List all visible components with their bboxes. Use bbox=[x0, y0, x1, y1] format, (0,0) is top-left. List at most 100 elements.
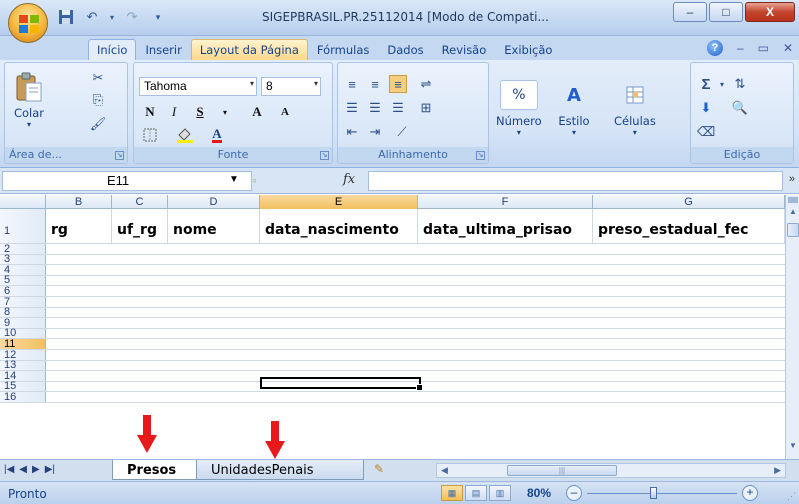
increase-indent-icon[interactable]: ⇥ bbox=[366, 123, 384, 141]
row-header[interactable]: 3 bbox=[0, 254, 46, 264]
insert-sheet-icon[interactable]: ✎ bbox=[365, 462, 393, 478]
scroll-down-icon[interactable]: ▼ bbox=[786, 441, 799, 455]
scroll-left-icon[interactable]: ◀ bbox=[441, 465, 448, 476]
copy-icon[interactable]: ⎘ bbox=[89, 91, 107, 109]
fill-color-icon[interactable] bbox=[174, 125, 196, 145]
font-name-select[interactable]: Tahoma ▾ bbox=[139, 77, 257, 96]
tab-inserir[interactable]: Inserir bbox=[136, 39, 190, 60]
tab-formulas[interactable]: Fórmulas bbox=[308, 39, 379, 60]
style-button[interactable]: A Estilo ▾ bbox=[558, 80, 590, 138]
column-header-e[interactable]: E bbox=[260, 195, 418, 209]
select-all-corner[interactable] bbox=[0, 195, 46, 209]
font-color-icon[interactable]: A bbox=[206, 125, 228, 145]
tab-dados[interactable]: Dados bbox=[378, 39, 432, 60]
fill-icon[interactable]: ⬇ bbox=[697, 99, 715, 117]
borders-icon[interactable] bbox=[139, 125, 161, 145]
next-sheet-icon[interactable]: ▶ bbox=[32, 464, 40, 475]
tab-inicio[interactable]: Início bbox=[88, 39, 137, 60]
sheet-tab-unidadespenais[interactable]: UnidadesPenais bbox=[196, 460, 364, 480]
number-format-button[interactable]: % Número ▾ bbox=[496, 80, 542, 137]
redo-icon[interactable]: ↷ bbox=[122, 8, 142, 26]
row-header[interactable]: 13 bbox=[0, 360, 46, 370]
formula-bar-resize-icon[interactable]: ◦ bbox=[252, 172, 270, 190]
split-handle[interactable] bbox=[788, 197, 798, 203]
cell-e1[interactable]: data_nascimento bbox=[260, 209, 418, 243]
cell-d1[interactable]: nome bbox=[168, 209, 260, 243]
cell-c1[interactable]: uf_rg bbox=[112, 209, 168, 243]
minimize-button[interactable]: – bbox=[673, 2, 707, 22]
maximize-button[interactable]: □ bbox=[709, 2, 743, 22]
horizontal-scrollbar[interactable]: ◀ ||| ▶ bbox=[436, 463, 786, 478]
undo-icon[interactable]: ↶ bbox=[82, 8, 102, 26]
cells-button[interactable]: Células ▾ bbox=[614, 80, 656, 137]
ribbon-close-icon[interactable]: ✕ bbox=[783, 41, 793, 55]
normal-view-icon[interactable]: ▦ bbox=[441, 485, 463, 501]
font-launcher-icon[interactable]: ↘ bbox=[320, 151, 329, 160]
tab-exibicao[interactable]: Exibição bbox=[495, 39, 561, 60]
row-header[interactable]: 2 bbox=[0, 243, 46, 254]
row-header[interactable]: 7 bbox=[0, 296, 46, 307]
active-cell-e11[interactable] bbox=[260, 377, 423, 391]
row-header[interactable]: 9 bbox=[0, 317, 46, 328]
column-header-b[interactable]: B bbox=[46, 195, 112, 209]
scroll-right-icon[interactable]: ▶ bbox=[774, 465, 781, 476]
wrap-text-icon[interactable]: ⇌ bbox=[417, 75, 435, 93]
grow-font-button[interactable]: A bbox=[246, 102, 268, 122]
italic-button[interactable]: I bbox=[163, 102, 185, 122]
cut-icon[interactable]: ✂ bbox=[89, 69, 107, 87]
cell-g1[interactable]: preso_estadual_fec bbox=[593, 209, 785, 243]
alignment-launcher-icon[interactable]: ↘ bbox=[476, 151, 485, 160]
row-header[interactable]: 5 bbox=[0, 275, 46, 286]
save-icon[interactable] bbox=[56, 8, 76, 26]
row-header[interactable]: 14 bbox=[0, 370, 46, 381]
orientation-icon[interactable]: ⟋ bbox=[393, 123, 411, 141]
row-header[interactable]: 10 bbox=[0, 328, 46, 339]
column-header-g[interactable]: G bbox=[593, 195, 785, 209]
row-header[interactable]: 4 bbox=[0, 265, 46, 275]
cell-b1[interactable]: rg bbox=[46, 209, 112, 243]
merge-center-icon[interactable]: ⊞ bbox=[417, 99, 435, 117]
zoom-in-icon[interactable]: + bbox=[742, 485, 758, 501]
name-box-dropdown-icon[interactable]: ▼ bbox=[229, 174, 239, 185]
align-middle-icon[interactable]: ≡ bbox=[366, 75, 384, 93]
worksheet-grid[interactable]: B C D E F G 1 rg uf_rg nome data_nascime… bbox=[0, 195, 785, 459]
page-break-view-icon[interactable]: ▥ bbox=[489, 485, 511, 501]
vertical-scrollbar[interactable]: ▲ ▼ bbox=[785, 195, 799, 459]
scroll-up-icon[interactable]: ▲ bbox=[786, 207, 799, 221]
undo-dropdown-icon[interactable]: ▾ bbox=[108, 8, 116, 26]
row-header[interactable]: 1 bbox=[0, 209, 46, 243]
align-right-icon[interactable]: ☰ bbox=[389, 99, 407, 117]
underline-button[interactable]: S bbox=[189, 102, 211, 122]
column-header-d[interactable]: D bbox=[168, 195, 260, 209]
zoom-slider-thumb[interactable] bbox=[650, 487, 657, 499]
align-center-icon[interactable]: ☰ bbox=[366, 99, 384, 117]
find-select-icon[interactable]: 🔍 bbox=[731, 99, 749, 117]
tab-revisao[interactable]: Revisão bbox=[433, 39, 496, 60]
align-top-icon[interactable]: ≡ bbox=[343, 75, 361, 93]
first-sheet-icon[interactable]: |◀ bbox=[4, 464, 14, 475]
sort-filter-icon[interactable]: ⇅ bbox=[731, 75, 749, 93]
row-header-selected[interactable]: 11 bbox=[0, 339, 46, 349]
row-header[interactable]: 12 bbox=[0, 349, 46, 360]
horizontal-scroll-thumb[interactable]: ||| bbox=[507, 465, 617, 476]
paste-dropdown-icon[interactable]: ▾ bbox=[27, 120, 31, 129]
tab-layout-da-pagina[interactable]: Layout da Página bbox=[190, 39, 308, 60]
zoom-out-icon[interactable]: – bbox=[566, 485, 582, 501]
prev-sheet-icon[interactable]: ◀ bbox=[19, 464, 27, 475]
clear-icon[interactable]: ⌫ bbox=[697, 123, 715, 141]
expand-formula-bar-icon[interactable]: » bbox=[789, 173, 795, 185]
page-layout-view-icon[interactable]: ▤ bbox=[465, 485, 487, 501]
sheet-tab-presos[interactable]: Presos bbox=[112, 460, 198, 480]
column-header-c[interactable]: C bbox=[112, 195, 168, 209]
column-header-f[interactable]: F bbox=[418, 195, 593, 209]
align-bottom-icon[interactable]: ≡ bbox=[389, 75, 407, 93]
bold-button[interactable]: N bbox=[139, 102, 161, 122]
customize-qat-icon[interactable]: ▾ bbox=[148, 8, 168, 26]
ribbon-restore-icon[interactable]: ▭ bbox=[758, 41, 769, 55]
zoom-slider-track[interactable] bbox=[587, 493, 737, 494]
underline-dropdown-icon[interactable]: ▾ bbox=[214, 102, 236, 122]
zoom-level[interactable]: 80% bbox=[527, 486, 551, 500]
vertical-scroll-thumb[interactable] bbox=[787, 223, 799, 237]
ribbon-minimize-icon[interactable]: – bbox=[737, 41, 744, 55]
autosum-dropdown-icon[interactable]: ▾ bbox=[713, 75, 731, 93]
